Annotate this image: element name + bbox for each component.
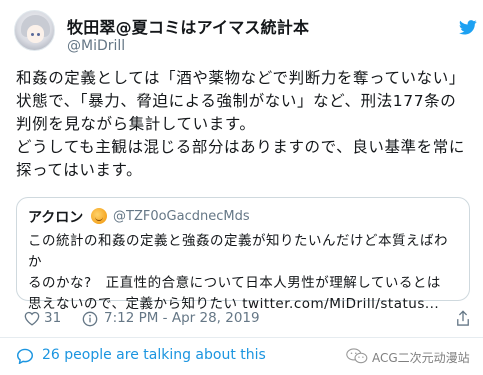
- wechat-icon: [346, 348, 368, 364]
- comment-icon: [16, 348, 34, 364]
- talking-about-text[interactable]: 26 people are talking about this: [42, 347, 266, 363]
- tweet-actions: 31 7:12 PM - Apr 28, 2019: [16, 309, 474, 329]
- quoted-tweet-text: この統計の和姦の定義と強姦の定義が知りたいんだけど本質えばわか るのかな? 正直…: [28, 231, 460, 315]
- quoted-author-name[interactable]: アクロン: [28, 207, 83, 227]
- author-display-name[interactable]: 牧田翠@夏コミはアイマス統計本: [67, 14, 309, 38]
- twitter-bird-icon[interactable]: [459, 20, 477, 35]
- talking-about-link[interactable]: 26 people are talking about this: [16, 346, 316, 368]
- heart-icon[interactable]: [24, 311, 40, 326]
- info-icon[interactable]: [82, 311, 98, 327]
- like-count: 31: [44, 310, 62, 326]
- tweet-timestamp[interactable]: 7:12 PM - Apr 28, 2019: [104, 310, 260, 326]
- tweet-text: 和姦の定義としては「酒や薬物などで判断力を奪っていない」 状態で、「暴力、脅迫に…: [16, 69, 465, 179]
- divider: [0, 337, 483, 338]
- share-icon[interactable]: [455, 310, 471, 327]
- smile-emoji-icon: [91, 208, 107, 224]
- tweet-card: 牧田翠@夏コミはアイマス統計本 @MiDrill 和姦の定義としては「酒や薬物な…: [0, 0, 483, 375]
- watermark-text: ACG二次元动漫站: [372, 351, 470, 365]
- watermark: ACG二次元动漫站: [346, 346, 476, 368]
- quoted-author-handle[interactable]: @TZF0oGacdnecMds: [113, 209, 250, 224]
- quoted-tweet[interactable]: アクロン @TZF0oGacdnecMds この統計の和姦の定義と強姦の定義が知…: [16, 197, 470, 312]
- avatar[interactable]: [14, 10, 55, 51]
- author-handle[interactable]: @MiDrill: [67, 38, 125, 54]
